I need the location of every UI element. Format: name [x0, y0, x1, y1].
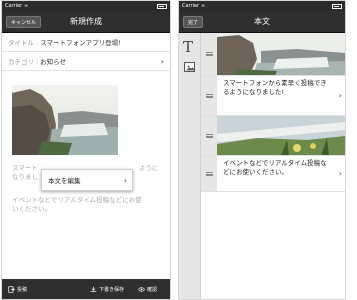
body-line-1-start: スマート [12, 164, 38, 172]
body-line-3: イベントなどでリアルタイム投稿などにお使 [12, 196, 142, 204]
title-field-label: タイトル : [8, 39, 39, 47]
drag-handle-icon[interactable] [201, 33, 217, 75]
carrier: Carrier ≈ [182, 3, 205, 9]
drag-handle-icon[interactable] [201, 116, 217, 155]
status-bar: Carrier ≈ [179, 1, 345, 11]
content-block-image-2[interactable] [201, 116, 345, 156]
save-draft-button[interactable]: 下書き保存 [90, 284, 124, 294]
cancel-button[interactable]: キャンセル [6, 16, 42, 28]
block-photo-2 [217, 116, 345, 155]
chevron-right-icon: › [338, 91, 342, 100]
title-field[interactable]: タイトル : スマートフォンアプリ登場! [2, 33, 170, 52]
category-field-value: お知らせ [40, 58, 67, 66]
edit-body-button[interactable]: 本文を編集 › [41, 169, 133, 191]
post-icon [8, 285, 15, 293]
preview-label: 確認 [147, 286, 158, 293]
drag-handle-icon[interactable] [201, 156, 217, 191]
category-field[interactable]: カテゴリ : お知らせ › [2, 52, 170, 71]
text-tool-icon[interactable]: T [183, 38, 193, 56]
eye-icon [138, 286, 145, 292]
block-text-1: スマートフォンから素早く投稿できるようになりました! [223, 79, 327, 96]
body-line-2-start: なりまし [12, 173, 38, 181]
chevron-right-icon: › [123, 175, 127, 185]
content-block-text-1[interactable]: スマートフォンから素早く投稿できるようになりました! › [201, 76, 345, 116]
wifi-icon: ≈ [201, 3, 206, 9]
preview-button[interactable]: 確認 [138, 284, 157, 294]
block-text-2: イベントなどでリアルタイム投稿などにお使いください。 [223, 159, 327, 176]
content-block-text-2[interactable]: イベントなどでリアルタイム投稿などにお使いください。 › [201, 156, 345, 192]
post-label: 投稿 [17, 286, 28, 293]
right-screen: Carrier ≈ 完了 本文 T スマートフォンから素早く投稿できるようになり… [178, 0, 346, 300]
navbar: キャンセル 新規作成 [2, 11, 170, 33]
title-field-value: スマートフォンアプリ登場! [40, 39, 121, 47]
body-line-1-end: ように [139, 164, 159, 172]
carrier-label: Carrier [5, 3, 23, 9]
image-tool-icon[interactable] [184, 62, 195, 72]
wifi-icon: ≈ [24, 3, 29, 9]
battery-icon [332, 3, 342, 9]
category-field-label: カテゴリ : [8, 58, 39, 66]
block-photo-1 [217, 33, 345, 75]
body-line-4: いください。 [12, 205, 51, 213]
chevron-right-icon: › [338, 169, 342, 178]
navbar: 完了 本文 [179, 11, 345, 33]
page-title: 新規作成 [70, 17, 102, 26]
done-button[interactable]: 完了 [183, 16, 204, 28]
bottom-toolbar: 投稿 下書き保存 確認 [2, 279, 170, 299]
carrier: Carrier ≈ [5, 3, 28, 9]
content-block-image-1[interactable] [201, 33, 345, 76]
status-bar: Carrier ≈ [2, 1, 170, 11]
carrier-label: Carrier [182, 3, 200, 9]
left-screen: Carrier ≈ キャンセル 新規作成 タイトル : スマートフォンアプリ登場… [1, 0, 171, 300]
edit-body-label: 本文を編集 [48, 177, 81, 185]
battery-icon [157, 3, 167, 9]
page-title: 本文 [254, 17, 270, 26]
save-draft-label: 下書き保存 [99, 286, 125, 293]
chevron-right-icon: › [160, 56, 164, 66]
drag-handle-icon[interactable] [201, 76, 217, 115]
post-button[interactable]: 投稿 [8, 284, 27, 294]
body-photo [12, 85, 118, 155]
tool-sidebar: T [179, 33, 201, 299]
download-icon [90, 286, 97, 292]
